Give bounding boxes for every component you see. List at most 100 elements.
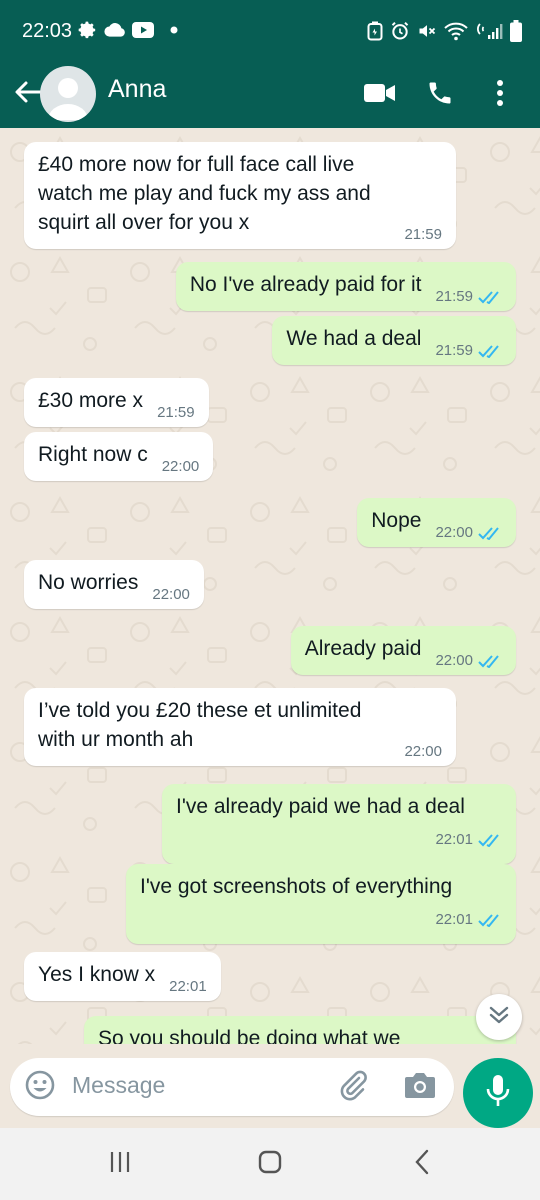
message-time: 22:00 [161,458,200,475]
message-time: 22:01 [435,831,473,848]
message-bubble-outgoing[interactable]: So you should be doing what we [84,1016,516,1044]
back-nav-button[interactable] [402,1146,442,1182]
message-bubble-outgoing[interactable]: No I've already paid for it 21:59 [175,262,516,311]
message-text: £40 more now for full face call live wat… [38,153,371,234]
camera-button[interactable] [402,1070,438,1104]
composer: Message [0,1044,540,1128]
cloud-icon [104,22,126,38]
message-text: Right now c [38,443,148,466]
message-time: 22:00 [435,652,473,669]
message-bubble-incoming[interactable]: I’ve told you £20 these et unlimited wit… [24,688,456,766]
message-text: We had a deal [286,327,422,350]
message-bubble-incoming[interactable]: £30 more x 21:59 [24,378,209,427]
message-meta: 21:59 [157,398,195,427]
message-meta: 22:01 [154,905,502,934]
message-bubble-outgoing[interactable]: Nope 22:00 [357,498,516,547]
message-text: I've got screenshots of everything [140,875,453,898]
message-bubble-incoming[interactable]: Right now c 22:00 [24,432,214,481]
camera-icon [403,1070,437,1105]
paperclip-icon [337,1069,369,1106]
gear-icon [78,20,98,40]
dot-icon [170,26,178,34]
message-text: No I've already paid for it [189,273,422,296]
chat-area[interactable]: £40 more now for full face call live wat… [0,128,540,1044]
message-time: 21:59 [435,288,473,305]
message-time: 21:59 [157,404,195,421]
emoji-button[interactable] [24,1069,56,1106]
chevron-left-icon [412,1149,432,1180]
message-meta: 21:59 [435,282,502,311]
more-vert-icon [496,79,504,112]
voice-message-button[interactable] [463,1058,533,1128]
read-receipt-icon [478,526,502,540]
message-text: £30 more x [38,389,144,412]
status-bar: 22:03 [0,0,540,62]
message-time: 22:00 [152,586,190,603]
system-nav-bar [0,1128,540,1200]
home-icon [257,1149,283,1180]
read-receipt-icon [478,654,502,668]
signal-icon [475,21,503,41]
alarm-icon [390,21,410,41]
microphone-icon [485,1074,511,1113]
default-avatar-icon [48,78,88,120]
message-meta: 21:59 [404,220,442,249]
read-receipt-icon [478,833,502,847]
double-chevron-down-icon [488,1005,510,1030]
message-meta: 22:00 [162,452,200,481]
message-time: 22:01 [169,978,207,995]
battery-icon [510,20,522,42]
message-text: Nope [371,509,422,532]
chat-header: Anna [0,62,540,128]
message-bubble-incoming[interactable]: £40 more now for full face call live wat… [24,142,456,249]
message-bubble-outgoing[interactable]: We had a deal 21:59 [272,316,516,365]
message-time: 21:59 [435,342,473,359]
message-meta: 21:59 [435,336,502,365]
message-meta: 22:00 [404,737,442,766]
status-right-icons [367,20,522,42]
message-input-box[interactable]: Message [10,1058,454,1116]
header-actions [344,72,524,118]
home-button[interactable] [250,1146,290,1182]
read-receipt-icon [478,344,502,358]
message-text: Yes I know x [38,963,156,986]
youtube-icon [132,22,154,38]
message-text: Already paid [304,637,422,660]
scroll-to-bottom-button[interactable] [476,994,522,1040]
message-meta: 22:01 [190,825,502,854]
back-arrow-icon [14,80,42,109]
message-meta: 22:00 [435,646,502,675]
more-options-button[interactable] [476,72,524,118]
message-meta: 22:00 [435,518,502,547]
emoji-icon [24,1069,56,1106]
read-receipt-icon [478,290,502,304]
message-time: 21:59 [404,226,442,243]
recent-apps-button[interactable] [100,1146,140,1182]
contact-name[interactable]: Anna [108,75,166,104]
recent-apps-icon [108,1150,132,1179]
video-call-icon [364,83,396,108]
message-bubble-outgoing[interactable]: Already paid 22:00 [290,626,516,675]
message-bubble-incoming[interactable]: Yes I know x 22:01 [24,952,221,1001]
video-call-button[interactable] [356,72,404,118]
message-bubble-incoming[interactable]: No worries 22:00 [24,560,204,609]
read-receipt-icon [478,913,502,927]
attach-button[interactable] [336,1070,370,1104]
status-left-icons [78,20,178,40]
message-bubble-outgoing[interactable]: I've got screenshots of everything 22:01 [126,864,516,944]
message-meta: 22:01 [169,972,207,1001]
message-time: 22:01 [435,911,473,928]
message-bubble-outgoing[interactable]: I've already paid we had a deal 22:01 [162,784,516,864]
message-time: 22:00 [435,524,473,541]
message-text: I've already paid we had a deal [176,795,465,818]
avatar[interactable] [40,66,96,122]
voice-call-button[interactable] [416,72,464,118]
message-meta: 22:00 [152,580,190,609]
battery-saver-icon [367,21,383,41]
message-text: I’ve told you £20 these et unlimited wit… [38,699,362,751]
wifi-icon [444,21,468,41]
message-input[interactable]: Message [72,1072,165,1099]
voice-call-icon [426,79,454,112]
status-time: 22:03 [22,20,73,42]
mute-icon [417,21,437,41]
